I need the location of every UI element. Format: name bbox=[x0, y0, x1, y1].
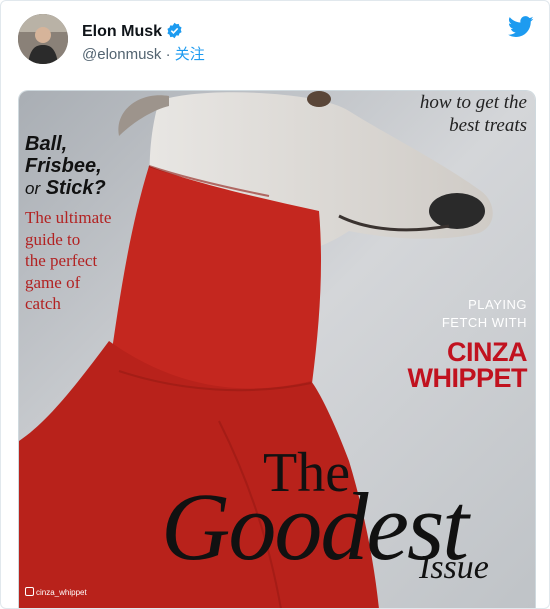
tweet-header: Elon Musk @elonmusk · 关注 bbox=[18, 14, 538, 66]
cover-teaser-playing: PLAYING FETCH WITH bbox=[441, 297, 527, 330]
cover-subhead-guide: The ultimate guide to the perfect game o… bbox=[25, 208, 112, 313]
separator: · bbox=[165, 46, 171, 63]
cover-teaser-treats: how to get the best treats bbox=[419, 92, 527, 136]
tweet-card: Elon Musk @elonmusk · 关注 how to get the … bbox=[0, 0, 550, 609]
cover-headline-ball: Ball, Frisbee, or Stick? bbox=[25, 133, 106, 199]
twitter-bird-icon[interactable] bbox=[507, 16, 534, 43]
display-name[interactable]: Elon Musk bbox=[82, 23, 162, 40]
handle-row: @elonmusk · 关注 bbox=[82, 43, 205, 64]
verified-badge-icon bbox=[166, 22, 183, 44]
cover-title-issue: Issue bbox=[419, 549, 489, 586]
avatar[interactable] bbox=[18, 14, 68, 64]
instagram-icon bbox=[25, 587, 34, 596]
display-name-row[interactable]: Elon Musk bbox=[82, 22, 183, 44]
follow-button[interactable]: 关注 bbox=[175, 46, 205, 63]
photo-credit: cinza_whippet bbox=[25, 587, 87, 597]
tweet-media-image[interactable]: how to get the best treats Ball, Frisbee… bbox=[18, 90, 536, 608]
cover-headline-cinza: CINZA WHIPPET bbox=[407, 337, 527, 393]
handle[interactable]: @elonmusk bbox=[82, 46, 161, 63]
